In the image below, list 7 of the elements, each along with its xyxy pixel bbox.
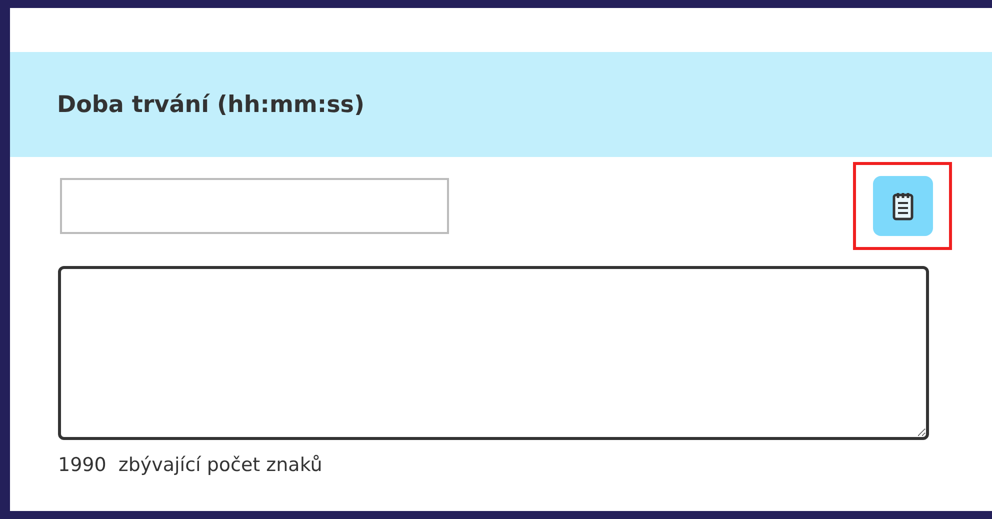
clipboard-icon: [892, 191, 914, 221]
note-field[interactable]: [58, 266, 929, 440]
remaining-count: 1990: [58, 454, 106, 476]
section-title: Doba trvání (hh:mm:ss): [57, 92, 364, 118]
clipboard-button[interactable]: [872, 176, 932, 236]
duration-field[interactable]: [60, 178, 449, 234]
counter-label: zbývající počet znaků: [118, 454, 322, 476]
